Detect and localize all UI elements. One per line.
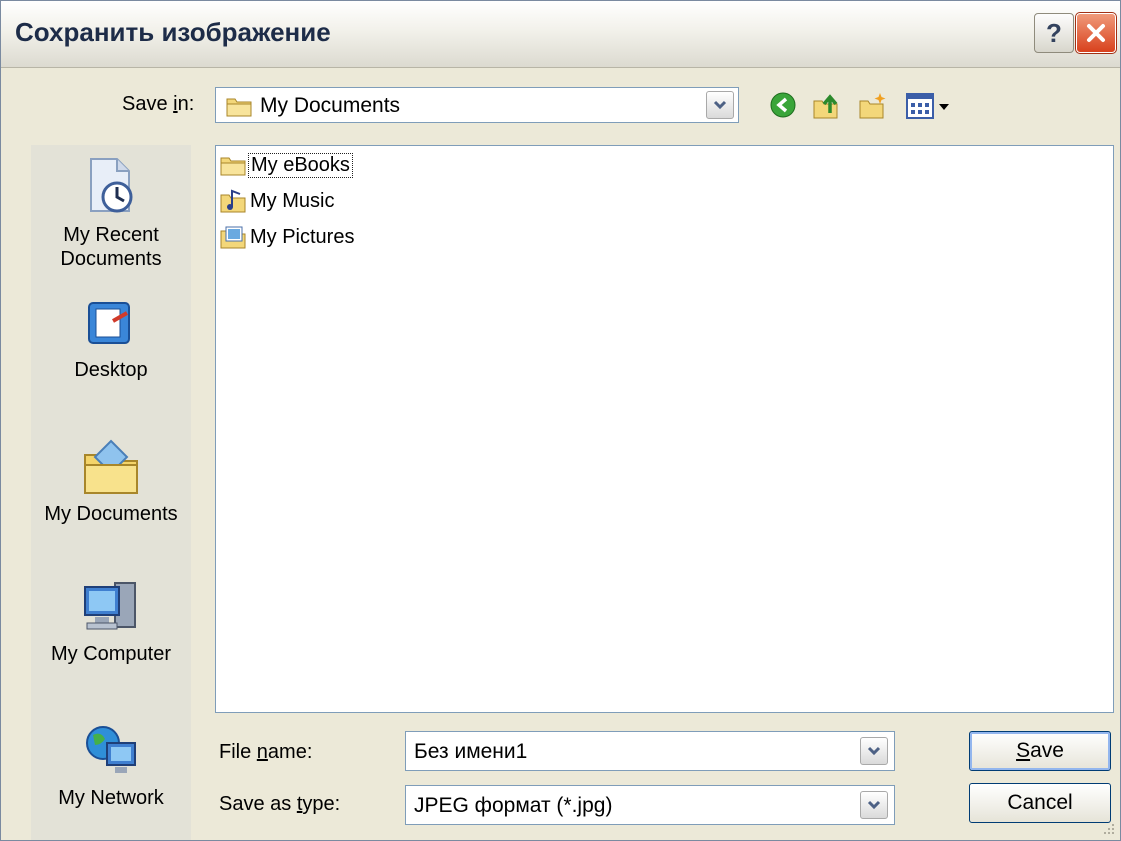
new-folder-icon[interactable] <box>858 91 888 121</box>
place-my-recent-documents[interactable]: My Recent Documents <box>31 157 191 271</box>
save-in-value: My Documents <box>260 94 401 117</box>
save-as-type-label: Save as type: <box>219 793 341 815</box>
file-name-dropdown-button[interactable] <box>860 737 888 765</box>
place-my-network[interactable]: My Network <box>31 723 191 810</box>
file-list[interactable]: My eBooks My Music My Pictures <box>215 145 1114 713</box>
my-documents-icon <box>84 439 138 494</box>
save-as-type-value: JPEG формат (*.jpg) <box>414 794 613 817</box>
pictures-folder-icon <box>220 226 246 249</box>
resize-grip-icon[interactable] <box>1100 820 1116 836</box>
file-item-my-pictures[interactable]: My Pictures <box>220 222 356 252</box>
file-name-combo[interactable]: Без имени1 <box>405 731 895 771</box>
my-computer-icon <box>84 582 136 630</box>
save-as-type-combo[interactable]: JPEG формат (*.jpg) <box>405 785 895 825</box>
place-desktop[interactable]: Desktop <box>31 299 191 382</box>
chevron-down-icon <box>713 100 727 110</box>
title-bar[interactable]: Сохранить изображение ? <box>1 1 1120 68</box>
folder-icon <box>220 157 246 176</box>
close-icon <box>1087 24 1105 42</box>
help-button[interactable]: ? <box>1034 13 1074 53</box>
save-in-label: Save in: <box>122 93 195 115</box>
dialog-title: Сохранить изображение <box>15 17 331 47</box>
place-my-computer[interactable]: My Computer <box>31 579 191 666</box>
folder-icon <box>226 98 252 117</box>
help-icon: ? <box>1046 17 1062 48</box>
place-my-documents[interactable]: My Documents <box>31 439 191 526</box>
file-name: My eBooks <box>248 152 353 178</box>
file-item-my-music[interactable]: My Music <box>220 186 336 216</box>
save-image-dialog: Сохранить изображение ? Save in: My Docu… <box>0 0 1121 841</box>
up-folder-icon[interactable] <box>811 91 841 121</box>
place-label: My Computer <box>50 643 172 665</box>
place-label: My Documents <box>44 503 178 525</box>
save-button[interactable]: Save <box>969 731 1111 771</box>
place-label: My Recent Documents <box>60 224 162 270</box>
close-button[interactable] <box>1075 12 1117 54</box>
music-folder-icon <box>220 189 246 213</box>
chevron-down-icon <box>867 746 881 756</box>
my-network-icon <box>86 726 136 773</box>
save-in-dropdown-button[interactable] <box>706 91 734 119</box>
save-as-type-dropdown-button[interactable] <box>860 791 888 819</box>
save-in-combo[interactable]: My Documents <box>215 87 739 123</box>
file-name-label: File name: <box>219 741 313 763</box>
file-name-input[interactable]: Без имени1 <box>414 740 527 764</box>
chevron-down-icon <box>867 800 881 810</box>
desktop-icon <box>88 302 130 344</box>
back-icon[interactable] <box>769 91 797 119</box>
file-name: My Music <box>250 189 335 212</box>
place-label: Desktop <box>74 359 148 381</box>
places-bar: My Recent Documents Desktop My Documents <box>31 145 191 840</box>
file-item-my-ebooks[interactable]: My eBooks <box>220 150 353 180</box>
file-name: My Pictures <box>250 225 355 248</box>
place-label: My Network <box>58 787 164 809</box>
views-menu-icon[interactable] <box>905 91 953 121</box>
cancel-button[interactable]: Cancel <box>969 783 1111 823</box>
recent-documents-icon <box>90 158 133 213</box>
